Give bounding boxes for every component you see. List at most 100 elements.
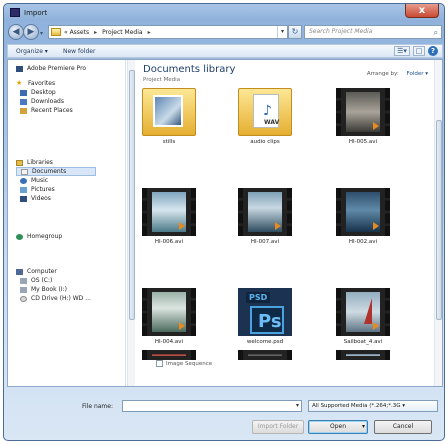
close-button[interactable]: x bbox=[405, 4, 439, 18]
video-thumbnail bbox=[142, 188, 196, 236]
file-item[interactable]: HI-006.avi bbox=[139, 188, 199, 252]
sidebar-item-videos[interactable]: Videos bbox=[16, 194, 96, 203]
sidebar-item-computer[interactable]: Computer bbox=[16, 267, 91, 276]
sidebar-item-documents[interactable]: Documents bbox=[16, 167, 96, 176]
file-item[interactable]: HI-007.avi bbox=[235, 188, 295, 252]
content-area: Adobe Premiere Pro ★ Favorites Desktop D… bbox=[7, 59, 443, 387]
file-name: HI-007.avi bbox=[250, 239, 280, 245]
sidebar-item-pictures[interactable]: Pictures bbox=[16, 185, 96, 194]
preview-pane-button[interactable]: □ bbox=[413, 46, 425, 56]
psd-badge-icon: PSD bbox=[246, 292, 271, 303]
address-dropdown-icon[interactable]: ▾ bbox=[277, 26, 287, 38]
search-input[interactable]: Search Project Media ⌕ bbox=[304, 25, 442, 39]
image-sequence-label: Image Sequence bbox=[166, 360, 213, 367]
help-icon[interactable]: ? bbox=[428, 46, 438, 56]
file-item[interactable]: HI-005.avi bbox=[333, 88, 393, 152]
video-thumbnail bbox=[142, 288, 196, 336]
file-item-partial[interactable] bbox=[235, 350, 295, 360]
sidebar-item-label: Pictures bbox=[31, 186, 55, 193]
sidebar-item-recent-places[interactable]: Recent Places bbox=[16, 106, 86, 115]
video-thumbnail bbox=[336, 350, 390, 360]
open-dropdown-icon[interactable]: ▾ bbox=[362, 421, 365, 433]
sidebar-item-label: Computer bbox=[27, 268, 57, 275]
command-bar: Organize ▾ New folder ☰▾ □ ? bbox=[7, 44, 443, 58]
folder-thumbnail bbox=[142, 88, 196, 136]
breadcrumb-chevron-icon[interactable]: ▸ bbox=[94, 29, 97, 36]
sidebar-item-cd-drive[interactable]: CD Drive (H:) WD ... bbox=[16, 294, 91, 303]
file-scrollbar[interactable] bbox=[434, 60, 442, 386]
file-item-partial[interactable] bbox=[139, 350, 199, 360]
navigation-scrollbar[interactable] bbox=[127, 60, 135, 386]
open-button[interactable]: Open ▾ bbox=[308, 420, 368, 434]
sidebar-item-os-c[interactable]: OS (C:) bbox=[16, 276, 91, 285]
import-folder-button[interactable]: Import Folder bbox=[252, 420, 304, 434]
new-folder-button[interactable]: New folder bbox=[63, 48, 95, 55]
change-view-button[interactable]: ☰▾ bbox=[394, 46, 410, 56]
file-name-input[interactable]: ▾ bbox=[122, 400, 302, 412]
arrange-by-dropdown[interactable]: Folder ▾ bbox=[406, 71, 428, 77]
image-sequence-checkbox[interactable]: Image Sequence bbox=[156, 360, 212, 367]
downloads-icon bbox=[20, 98, 27, 105]
video-thumbnail bbox=[336, 188, 390, 236]
sidebar-item-downloads[interactable]: Downloads bbox=[16, 97, 86, 106]
address-bar[interactable]: « Assets ▸ Project Media ▸ ▾ bbox=[48, 25, 288, 39]
file-name: HI-005.avi bbox=[348, 139, 378, 145]
cancel-button[interactable]: Cancel bbox=[374, 420, 432, 434]
open-label: Open bbox=[329, 423, 347, 430]
file-name: welcome.psd bbox=[246, 339, 284, 345]
breadcrumb-project-media[interactable]: Project Media bbox=[102, 29, 142, 36]
file-name: Sailboat_4.avi bbox=[343, 339, 383, 345]
file-name: HI-004.avi bbox=[154, 339, 184, 345]
refresh-button[interactable]: ↻ bbox=[288, 25, 302, 39]
file-name-dropdown-icon[interactable]: ▾ bbox=[296, 402, 299, 409]
sidebar-item-my-book[interactable]: My Book (I:) bbox=[16, 285, 91, 294]
file-item[interactable]: stills bbox=[139, 88, 199, 152]
video-frame bbox=[248, 354, 282, 356]
sidebar-item-premiere[interactable]: Adobe Premiere Pro bbox=[16, 64, 86, 73]
file-item[interactable]: PSD Ps welcome.psd bbox=[235, 288, 295, 352]
search-icon[interactable]: ⌕ bbox=[434, 27, 438, 39]
file-name: audio clips bbox=[250, 139, 280, 145]
sidebar-item-favorites[interactable]: ★ Favorites bbox=[16, 79, 86, 88]
checkbox-box[interactable] bbox=[156, 360, 163, 367]
file-item[interactable]: Sailboat_4.avi bbox=[333, 288, 393, 352]
video-thumbnail bbox=[336, 288, 390, 336]
history-dropdown-icon[interactable]: ▾ bbox=[40, 30, 46, 37]
breadcrumb-assets[interactable]: « Assets bbox=[64, 29, 89, 36]
navigation-bar: ◀ ▶ ▾ « Assets ▸ Project Media ▸ ▾ ↻ Sea… bbox=[4, 22, 444, 44]
sidebar-item-libraries[interactable]: Libraries bbox=[16, 158, 96, 167]
file-item[interactable]: HI-002.avi bbox=[333, 188, 393, 252]
video-frame bbox=[152, 354, 186, 356]
navigation-scroll-thumb[interactable] bbox=[129, 70, 135, 320]
file-item-partial[interactable] bbox=[333, 350, 393, 360]
file-item[interactable]: HI-004.avi bbox=[139, 288, 199, 352]
drive-icon bbox=[20, 286, 27, 293]
view-controls: ☰▾ □ ? bbox=[394, 46, 438, 56]
file-type-select[interactable]: All Supported Media (*.264;*.3G ▾ bbox=[308, 400, 438, 412]
sidebar-item-music[interactable]: Music bbox=[16, 176, 96, 185]
premiere-icon bbox=[16, 65, 23, 72]
play-icon bbox=[373, 322, 379, 330]
forward-button[interactable]: ▶ bbox=[23, 24, 39, 40]
sidebar-item-homegroup[interactable]: Homegroup bbox=[16, 232, 62, 241]
play-icon bbox=[373, 122, 379, 130]
import-dialog: Import x ◀ ▶ ▾ « Assets ▸ Project Media … bbox=[3, 3, 445, 441]
video-thumbnail bbox=[336, 88, 390, 136]
title-bar[interactable]: Import x bbox=[4, 4, 444, 22]
sail-icon bbox=[364, 298, 372, 324]
sidebar-item-label: OS (C:) bbox=[31, 277, 53, 284]
sidebar-item-label: Homegroup bbox=[27, 233, 63, 240]
file-item[interactable]: ♪ WAV audio clips bbox=[235, 88, 295, 152]
document-icon: ♪ WAV bbox=[253, 94, 279, 128]
organize-button[interactable]: Organize ▾ bbox=[16, 48, 48, 55]
sidebar-item-desktop[interactable]: Desktop bbox=[16, 88, 86, 97]
play-icon bbox=[275, 222, 281, 230]
sidebar-item-label: My Book (I:) bbox=[31, 286, 67, 293]
homegroup-icon bbox=[16, 233, 23, 240]
search-placeholder: Search Project Media bbox=[309, 28, 373, 35]
file-name: HI-006.avi bbox=[154, 239, 184, 245]
breadcrumb-chevron-icon[interactable]: ▸ bbox=[148, 29, 151, 36]
back-button[interactable]: ◀ bbox=[8, 24, 24, 40]
file-scroll-thumb[interactable] bbox=[436, 120, 442, 320]
libraries-group: Libraries Documents Music Pictures Video… bbox=[16, 158, 96, 203]
